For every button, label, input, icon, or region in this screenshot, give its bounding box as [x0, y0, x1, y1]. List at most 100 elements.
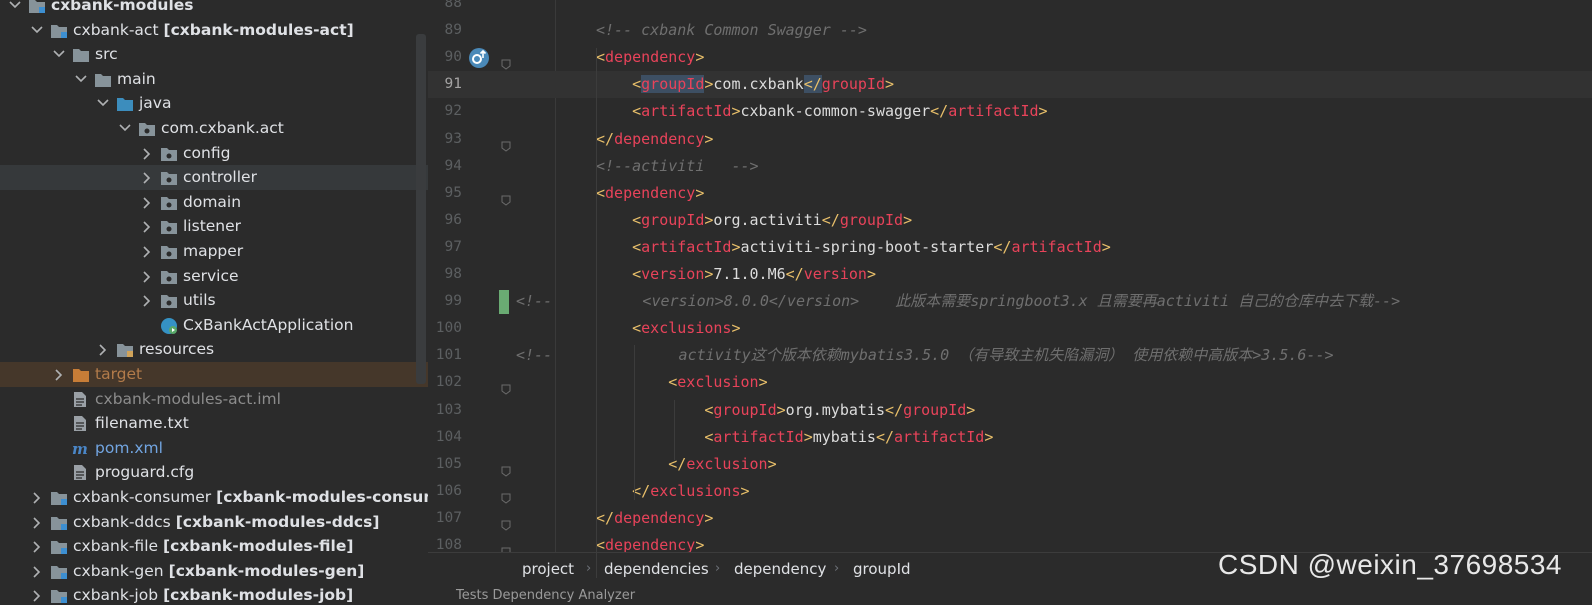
line-number: 104: [435, 428, 462, 445]
chevron-down-icon[interactable]: [74, 67, 88, 92]
code-token: >: [903, 210, 913, 229]
tree-package-listener[interactable]: listener: [0, 214, 436, 239]
fold-marker-icon[interactable]: [501, 52, 511, 70]
breadcrumb-item-dependency[interactable]: dependency: [734, 553, 826, 585]
chevron-right-icon[interactable]: [30, 510, 44, 535]
code-line[interactable]: 99 <!-- <version>8.0.0</version> 此版本需要spr…: [428, 288, 1592, 315]
tree-module-cxbank-ddcs[interactable]: cxbank-ddcs [cxbank-modules-ddcs]: [0, 510, 436, 535]
code-line[interactable]: 101 <!-- activity这个版本依赖mybatis3.5.0 （有导致主…: [428, 342, 1592, 369]
code-line[interactable]: 91 <groupId>com.cxbank</groupId>: [428, 71, 1592, 99]
chevron-down-icon[interactable]: [30, 18, 44, 43]
line-number: 105: [435, 455, 462, 472]
tree-package-utils[interactable]: utils: [0, 288, 436, 313]
code-token: <: [596, 400, 714, 419]
breadcrumb-item-dependencies[interactable]: dependencies: [604, 553, 709, 585]
tree-module-cxbank-gen[interactable]: cxbank-gen [cxbank-modules-gen]: [0, 559, 436, 584]
tree-class-app[interactable]: CxBankActApplication: [0, 313, 436, 338]
code-token: </: [596, 508, 615, 527]
tree-module-cxbank-consumer[interactable]: cxbank-consumer [cxbank-modules-consume: [0, 485, 436, 510]
code-token: >: [1038, 102, 1048, 121]
chevron-right-icon[interactable]: [30, 583, 44, 605]
code-line[interactable]: 95 <dependency>: [428, 180, 1592, 207]
fold-marker-icon[interactable]: [501, 134, 511, 152]
code-line[interactable]: 94 <!--activiti -->: [428, 153, 1592, 180]
maven-sync-icon[interactable]: [468, 47, 490, 69]
tree-module-cxbank-file[interactable]: cxbank-file [cxbank-modules-file]: [0, 534, 436, 559]
code-line[interactable]: 105 </exclusion>: [428, 451, 1592, 478]
code-token: dependency: [605, 48, 696, 67]
tree-package[interactable]: com.cxbank.act: [0, 116, 436, 141]
fold-marker-icon[interactable]: [501, 377, 511, 396]
code-token: <: [596, 75, 642, 94]
tree-root[interactable]: cxbank-modules: [0, 0, 436, 18]
chevron-right-icon[interactable]: [140, 264, 154, 289]
code-line[interactable]: 106 </exclusions>: [428, 478, 1592, 505]
breadcrumb-item-project[interactable]: project: [522, 553, 574, 585]
code-line[interactable]: 96 <groupId>org.activiti</groupId>: [428, 207, 1592, 234]
chevron-down-icon[interactable]: [8, 0, 22, 18]
chevron-right-icon[interactable]: [140, 214, 154, 239]
tree-file-cxbank-modules-act-iml[interactable]: cxbank-modules-act.iml: [0, 387, 436, 412]
tree-module-act[interactable]: cxbank-act [cxbank-modules-act]: [0, 18, 436, 43]
chevron-right-icon: ›: [834, 561, 840, 576]
tree-folder-main[interactable]: main: [0, 67, 436, 92]
code-line[interactable]: 89 <!-- cxbank Common Swagger -->: [428, 17, 1592, 44]
code-token: </: [930, 102, 949, 121]
tree-file-pom-xml[interactable]: m pom.xml: [0, 436, 436, 461]
chevron-right-icon[interactable]: [30, 485, 44, 510]
folder-icon: [160, 268, 178, 285]
fold-marker-icon[interactable]: [501, 459, 511, 477]
tree-package-config[interactable]: config: [0, 141, 436, 166]
chevron-down-icon[interactable]: [118, 116, 132, 141]
breadcrumb-item-groupid[interactable]: groupId: [853, 553, 911, 585]
tree-scrollbar[interactable]: [416, 34, 426, 384]
chevron-right-icon[interactable]: [140, 239, 154, 264]
tree-package-controller[interactable]: controller: [0, 165, 436, 191]
tree-file-filename-txt[interactable]: filename.txt: [0, 411, 436, 436]
tree-package-mapper[interactable]: mapper: [0, 239, 436, 264]
code-line[interactable]: 90 <dependency>: [428, 44, 1592, 71]
tree-folder-resources[interactable]: resources: [0, 337, 436, 362]
chevron-right-icon[interactable]: [96, 337, 110, 362]
chevron-right-icon[interactable]: [140, 165, 154, 190]
code-token: >: [695, 183, 705, 202]
bottom-tabs-partial[interactable]: Tests Dependency Analyzer: [456, 588, 635, 603]
fold-marker-icon[interactable]: [501, 513, 511, 531]
line-number: 107: [435, 509, 462, 526]
code-line[interactable]: 102 <exclusion>: [428, 369, 1592, 396]
code-token: 7.1.0.M6: [713, 265, 786, 283]
folder-icon: [72, 366, 90, 383]
vcs-change-marker[interactable]: [499, 290, 509, 315]
chevron-right-icon[interactable]: [30, 559, 44, 584]
code-line[interactable]: 100 <exclusions>: [428, 315, 1592, 342]
chevron-right-icon[interactable]: [140, 288, 154, 313]
tree-package-service[interactable]: service: [0, 264, 436, 289]
code-content: <groupId>com.cxbank</groupId>: [596, 71, 894, 98]
tree-folder-java[interactable]: java: [0, 91, 436, 116]
tree-item-label: src: [95, 45, 118, 64]
tree-folder-src[interactable]: src: [0, 42, 436, 67]
fold-marker-icon[interactable]: [501, 188, 511, 206]
tree-module-cxbank-job[interactable]: cxbank-job [cxbank-modules-job]: [0, 583, 436, 605]
tree-folder-target[interactable]: target: [0, 362, 436, 387]
fold-marker-icon[interactable]: [501, 486, 511, 504]
chevron-down-icon[interactable]: [52, 42, 66, 67]
chevron-right-icon[interactable]: [30, 534, 44, 559]
code-line[interactable]: 103 <groupId>org.mybatis</groupId>: [428, 397, 1592, 424]
tree-package-domain[interactable]: domain: [0, 190, 436, 215]
code-line[interactable]: 93 </dependency>: [428, 126, 1592, 153]
code-line[interactable]: 88: [428, 0, 1592, 17]
code-line[interactable]: 104 <artifactId>mybatis</artifactId>: [428, 424, 1592, 451]
code-line[interactable]: 92 <artifactId>cxbank-common-swagger</ar…: [428, 98, 1592, 125]
code-line[interactable]: 107 </dependency>: [428, 505, 1592, 532]
code-token: >: [758, 373, 768, 392]
code-token: artifactId: [641, 237, 732, 256]
fold-marker-icon[interactable]: [501, 540, 511, 558]
tree-file-proguard-cfg[interactable]: proguard.cfg: [0, 460, 436, 485]
code-line[interactable]: 97 <artifactId>activiti-spring-boot-star…: [428, 234, 1592, 261]
chevron-right-icon[interactable]: [52, 362, 66, 387]
chevron-right-icon[interactable]: [140, 190, 154, 215]
chevron-right-icon[interactable]: [140, 141, 154, 166]
chevron-down-icon[interactable]: [96, 91, 110, 116]
code-line[interactable]: 98 <version>7.1.0.M6</version>: [428, 261, 1592, 288]
